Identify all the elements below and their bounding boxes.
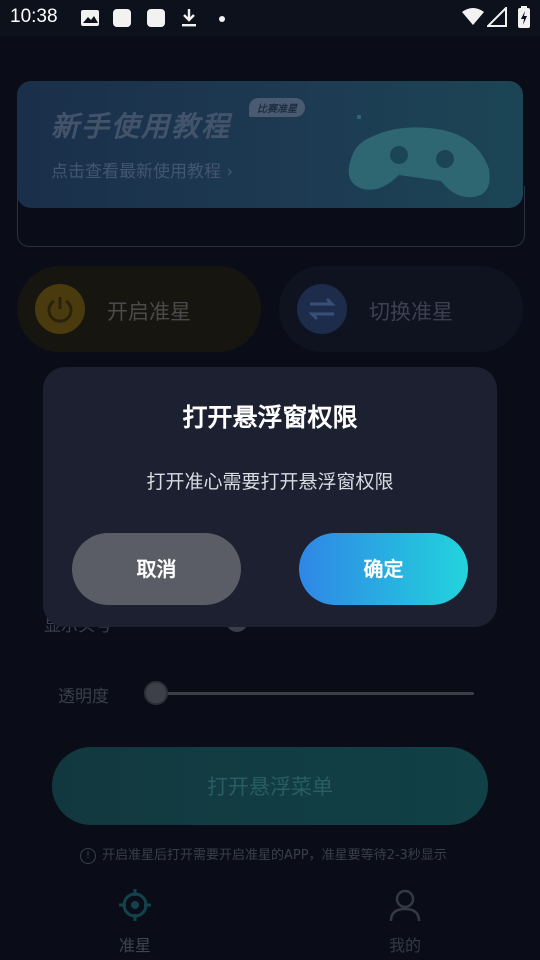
confirm-button[interactable]: 确定 [299,533,468,605]
dialog-title: 打开悬浮窗权限 [182,403,358,432]
permission-dialog: 打开悬浮窗权限 打开准心需要打开悬浮窗权限 取消 确定 [43,367,497,627]
cancel-button[interactable]: 取消 [72,533,241,605]
dialog-message: 打开准心需要打开悬浮窗权限 [146,471,394,493]
